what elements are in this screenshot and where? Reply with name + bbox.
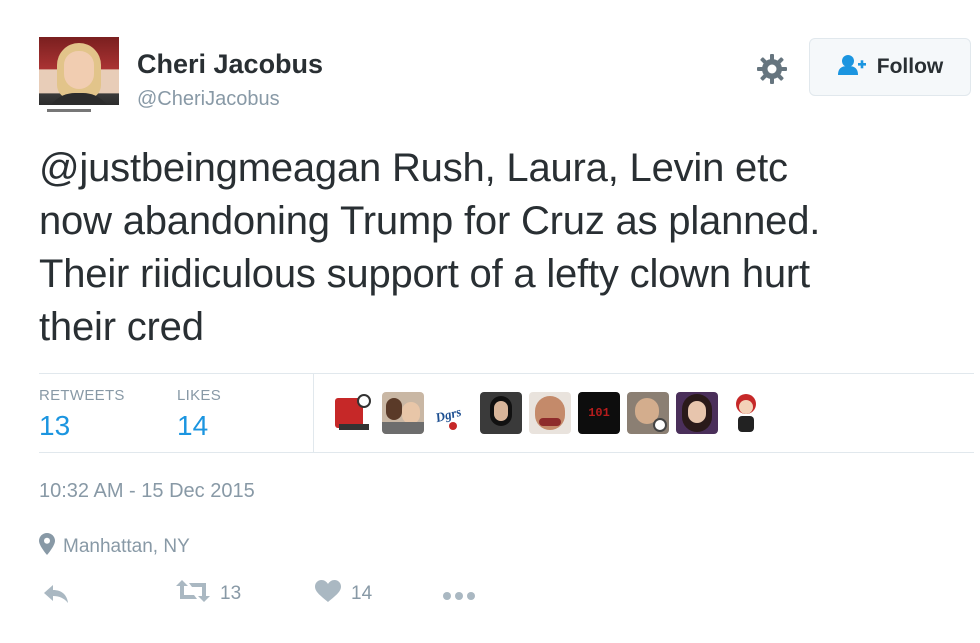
tweet-line: now abandoning Trump for Cruz as planned… <box>39 199 821 243</box>
retweet-button[interactable]: 13 <box>176 580 241 607</box>
divider <box>39 452 974 453</box>
liker-avatar[interactable] <box>382 392 424 434</box>
liker-avatars: Dgrs 101 <box>333 392 767 434</box>
location[interactable]: Manhattan, NY <box>39 533 190 560</box>
gear-icon[interactable] <box>755 52 789 86</box>
tweet-text: @justbeingmeagan Rush, Laura, Levin etc … <box>39 142 959 354</box>
tweet-actions: 13 14 <box>39 580 539 608</box>
tweet-line: their cred <box>39 305 204 349</box>
more-icon <box>443 588 475 606</box>
liker-avatar[interactable] <box>333 392 375 434</box>
map-pin-icon <box>39 533 55 560</box>
liker-avatar[interactable] <box>529 392 571 434</box>
more-button[interactable] <box>443 588 475 606</box>
like-button[interactable]: 14 <box>315 580 372 607</box>
heart-icon <box>315 580 341 607</box>
divider <box>39 373 974 374</box>
liker-avatar[interactable]: 101 <box>578 392 620 434</box>
likes-count[interactable]: 14 <box>177 410 208 442</box>
follow-label: Follow <box>876 55 944 78</box>
retweet-count: 13 <box>220 582 242 604</box>
reply-icon <box>43 584 69 609</box>
liker-avatar[interactable] <box>676 392 718 434</box>
location-text: Manhattan, NY <box>63 535 190 557</box>
like-count: 14 <box>351 582 373 604</box>
divider <box>313 374 314 452</box>
author-name[interactable]: Cheri Jacobus <box>137 49 323 80</box>
author-handle[interactable]: @CheriJacobus <box>137 88 280 111</box>
avatar[interactable] <box>39 37 119 117</box>
liker-avatar[interactable] <box>480 392 522 434</box>
liker-avatar[interactable] <box>627 392 669 434</box>
reply-button[interactable] <box>43 584 69 609</box>
follow-button[interactable]: Follow <box>809 38 971 96</box>
retweets-count[interactable]: 13 <box>39 410 70 442</box>
add-user-icon <box>837 54 867 81</box>
liker-avatar[interactable]: Dgrs <box>431 392 473 434</box>
tweet-timestamp[interactable]: 10:32 AM - 15 Dec 2015 <box>39 480 255 503</box>
likes-label: LIKES <box>177 387 222 404</box>
liker-avatar[interactable] <box>725 392 767 434</box>
tweet-line: @justbeingmeagan Rush, Laura, Levin etc <box>39 146 788 190</box>
retweets-label: RETWEETS <box>39 387 125 404</box>
tweet-line: Their riidiculous support of a lefty clo… <box>39 252 810 296</box>
retweet-icon <box>176 580 210 607</box>
